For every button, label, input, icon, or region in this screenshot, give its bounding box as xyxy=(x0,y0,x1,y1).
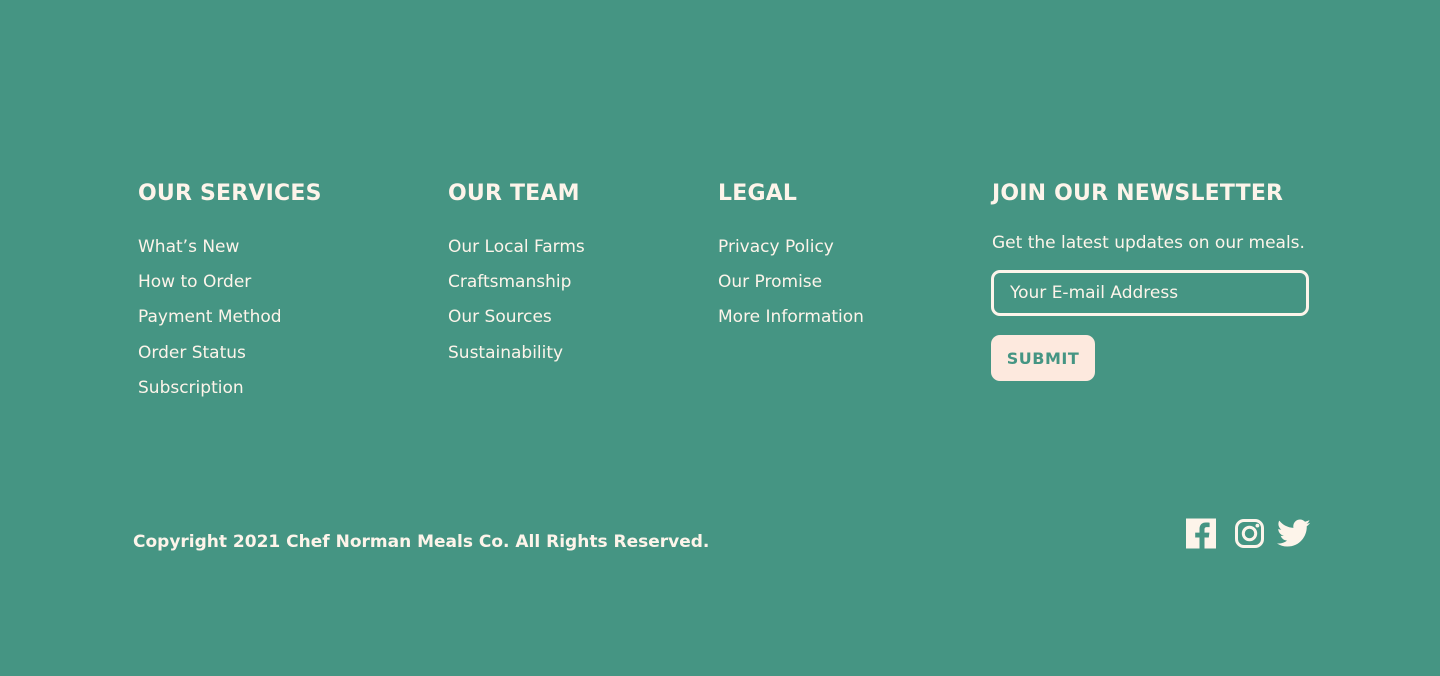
legal-heading: LEGAL xyxy=(718,181,798,206)
instagram-icon[interactable] xyxy=(1234,518,1265,549)
submit-button[interactable]: SUBMIT xyxy=(991,335,1095,381)
link-our-sources[interactable]: Our Sources xyxy=(448,300,585,335)
link-privacy-policy[interactable]: Privacy Policy xyxy=(718,230,864,265)
link-whats-new[interactable]: What’s New xyxy=(138,230,322,265)
team-list: Our Local Farms Craftsmanship Our Source… xyxy=(448,230,585,371)
team-heading: OUR TEAM xyxy=(448,181,580,206)
link-order-status[interactable]: Order Status xyxy=(138,336,322,371)
legal-column: LEGAL Privacy Policy Our Promise More In… xyxy=(718,178,864,336)
services-column: OUR SERVICES What’s New How to Order Pay… xyxy=(138,178,322,406)
link-our-local-farms[interactable]: Our Local Farms xyxy=(448,230,585,265)
newsletter-description: Get the latest updates on our meals. xyxy=(992,233,1305,253)
legal-list: Privacy Policy Our Promise More Informat… xyxy=(718,230,864,336)
facebook-icon[interactable] xyxy=(1186,518,1216,549)
newsletter-heading: JOIN OUR NEWSLETTER xyxy=(992,181,1284,206)
link-more-information[interactable]: More Information xyxy=(718,300,864,335)
copyright-text: Copyright 2021 Chef Norman Meals Co. All… xyxy=(133,532,710,552)
twitter-icon[interactable] xyxy=(1277,518,1311,549)
newsletter-column: JOIN OUR NEWSLETTER Get the latest updat… xyxy=(992,178,1305,256)
link-subscription[interactable]: Subscription xyxy=(138,371,322,406)
site-footer: OUR SERVICES What’s New How to Order Pay… xyxy=(0,0,1440,676)
link-our-promise[interactable]: Our Promise xyxy=(718,265,864,300)
services-list: What’s New How to Order Payment Method O… xyxy=(138,230,322,406)
link-craftsmanship[interactable]: Craftsmanship xyxy=(448,265,585,300)
email-input[interactable] xyxy=(991,270,1309,316)
services-heading: OUR SERVICES xyxy=(138,181,322,206)
team-column: OUR TEAM Our Local Farms Craftsmanship O… xyxy=(448,178,585,371)
link-how-to-order[interactable]: How to Order xyxy=(138,265,322,300)
link-payment-method[interactable]: Payment Method xyxy=(138,300,322,335)
link-sustainability[interactable]: Sustainability xyxy=(448,336,585,371)
